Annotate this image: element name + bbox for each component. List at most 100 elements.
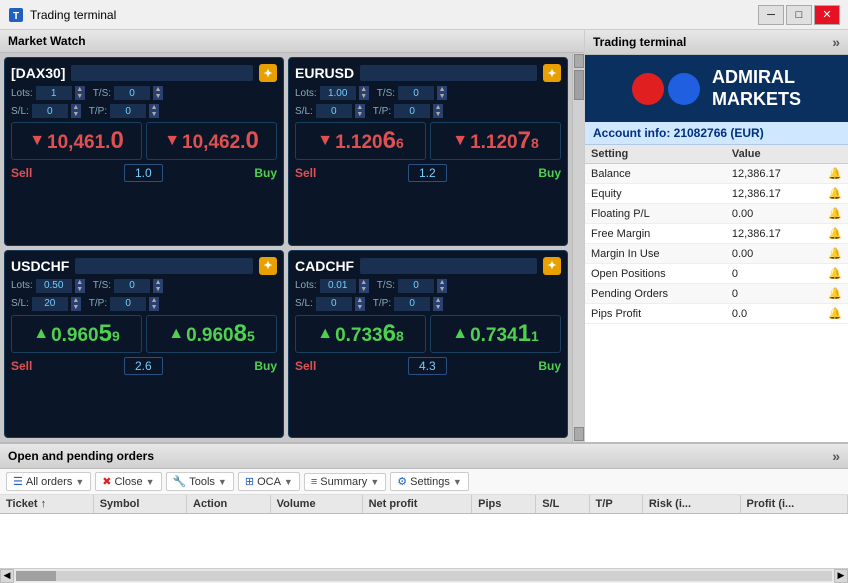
scroll-left-arrow[interactable]: ◀ [0, 569, 14, 583]
ts-down[interactable]: ▼ [437, 93, 447, 100]
lots-spinner[interactable]: ▲ ▼ [75, 279, 85, 293]
sl-spinner[interactable]: ▲ ▼ [71, 104, 81, 118]
maximize-button[interactable]: □ [786, 5, 812, 25]
sl-spinner[interactable]: ▲ ▼ [71, 297, 81, 311]
ts-up[interactable]: ▲ [153, 86, 163, 93]
card-star-icon[interactable]: ✦ [543, 64, 561, 82]
scroll-track[interactable] [16, 571, 832, 581]
ts-down[interactable]: ▼ [153, 286, 163, 293]
sl-up[interactable]: ▲ [71, 104, 81, 111]
ts-spinner[interactable]: ▲ ▼ [437, 279, 447, 293]
tp-spinner[interactable]: ▲ ▼ [433, 104, 443, 118]
bell-icon[interactable]: 🔔 [828, 208, 842, 220]
bell-icon[interactable]: 🔔 [828, 168, 842, 180]
sl-spinner[interactable]: ▲ ▼ [355, 104, 365, 118]
tp-input[interactable] [394, 104, 430, 118]
orders-col-4[interactable]: Net profit [362, 495, 472, 514]
buy-button[interactable]: Buy [254, 359, 277, 373]
tp-up[interactable]: ▲ [149, 104, 159, 111]
bell-cell[interactable]: 🔔 [822, 264, 848, 284]
ts-down[interactable]: ▼ [153, 93, 163, 100]
sl-input[interactable] [316, 104, 352, 118]
bell-cell[interactable]: 🔔 [822, 204, 848, 224]
lots-input[interactable] [36, 86, 72, 100]
orders-col-6[interactable]: S/L [536, 495, 589, 514]
bell-cell[interactable]: 🔔 [822, 304, 848, 324]
tp-down[interactable]: ▼ [149, 111, 159, 118]
bell-cell[interactable]: 🔔 [822, 184, 848, 204]
sell-button[interactable]: Sell [11, 359, 32, 373]
sl-spinner[interactable]: ▲ ▼ [355, 297, 365, 311]
lots-down[interactable]: ▼ [75, 286, 85, 293]
tp-input[interactable] [110, 297, 146, 311]
lots-down[interactable]: ▼ [75, 93, 85, 100]
lots-spinner[interactable]: ▲ ▼ [359, 86, 369, 100]
close-button-toolbar[interactable]: ✖ Close ▼ [95, 472, 161, 491]
all-orders-button[interactable]: ☰ All orders ▼ [6, 472, 91, 491]
ts-input[interactable] [398, 279, 434, 293]
buy-button[interactable]: Buy [538, 359, 561, 373]
sl-input[interactable] [32, 297, 68, 311]
card-star-icon[interactable]: ✦ [543, 257, 561, 275]
lots-input[interactable] [320, 86, 356, 100]
ts-input[interactable] [114, 279, 150, 293]
tools-button[interactable]: 🔧 Tools ▼ [166, 472, 234, 491]
sell-button[interactable]: Sell [295, 359, 316, 373]
tp-spinner[interactable]: ▲ ▼ [149, 104, 159, 118]
bell-cell[interactable]: 🔔 [822, 244, 848, 264]
ts-up[interactable]: ▲ [153, 279, 163, 286]
ts-input[interactable] [398, 86, 434, 100]
bell-icon[interactable]: 🔔 [828, 268, 842, 280]
lots-spinner[interactable]: ▲ ▼ [359, 279, 369, 293]
ts-spinner[interactable]: ▲ ▼ [153, 86, 163, 100]
lots-up[interactable]: ▲ [75, 279, 85, 286]
bell-icon[interactable]: 🔔 [828, 288, 842, 300]
orders-col-8[interactable]: Risk (i... [642, 495, 740, 514]
lots-down[interactable]: ▼ [359, 93, 369, 100]
bottom-expand[interactable]: » [832, 448, 840, 464]
orders-col-2[interactable]: Action [187, 495, 271, 514]
sell-button[interactable]: Sell [295, 166, 316, 180]
ts-up[interactable]: ▲ [437, 86, 447, 93]
bell-icon[interactable]: 🔔 [828, 308, 842, 320]
bell-icon[interactable]: 🔔 [828, 248, 842, 260]
tp-up[interactable]: ▲ [149, 297, 159, 304]
tp-spinner[interactable]: ▲ ▼ [149, 297, 159, 311]
tp-input[interactable] [110, 104, 146, 118]
tp-up[interactable]: ▲ [433, 104, 443, 111]
sl-input[interactable] [316, 297, 352, 311]
tp-down[interactable]: ▼ [149, 304, 159, 311]
ts-down[interactable]: ▼ [437, 286, 447, 293]
horizontal-scrollbar[interactable]: ◀ ▶ [0, 568, 848, 582]
ts-spinner[interactable]: ▲ ▼ [153, 279, 163, 293]
sl-down[interactable]: ▼ [71, 111, 81, 118]
right-panel-expand[interactable]: » [832, 34, 840, 50]
minimize-button[interactable]: ─ [758, 5, 784, 25]
lots-up[interactable]: ▲ [75, 86, 85, 93]
sl-input[interactable] [32, 104, 68, 118]
orders-col-5[interactable]: Pips [472, 495, 536, 514]
scroll-right-arrow[interactable]: ▶ [834, 569, 848, 583]
lots-up[interactable]: ▲ [359, 86, 369, 93]
buy-button[interactable]: Buy [538, 166, 561, 180]
sl-up[interactable]: ▲ [355, 297, 365, 304]
tp-down[interactable]: ▼ [433, 304, 443, 311]
lots-down[interactable]: ▼ [359, 286, 369, 293]
tp-input[interactable] [394, 297, 430, 311]
ts-input[interactable] [114, 86, 150, 100]
tp-up[interactable]: ▲ [433, 297, 443, 304]
orders-col-0[interactable]: Ticket ↑ [0, 495, 93, 514]
lots-input[interactable] [36, 279, 72, 293]
oca-button[interactable]: ⊞ OCA ▼ [238, 472, 300, 491]
sl-up[interactable]: ▲ [355, 104, 365, 111]
sl-down[interactable]: ▼ [71, 304, 81, 311]
settings-button[interactable]: ⚙ Settings ▼ [390, 472, 469, 491]
sell-button[interactable]: Sell [11, 166, 32, 180]
orders-col-1[interactable]: Symbol [93, 495, 186, 514]
bell-cell[interactable]: 🔔 [822, 164, 848, 184]
close-button[interactable]: ✕ [814, 5, 840, 25]
sl-down[interactable]: ▼ [355, 111, 365, 118]
bell-icon[interactable]: 🔔 [828, 188, 842, 200]
vertical-scrollbar[interactable] [572, 53, 584, 442]
lots-input[interactable] [320, 279, 356, 293]
